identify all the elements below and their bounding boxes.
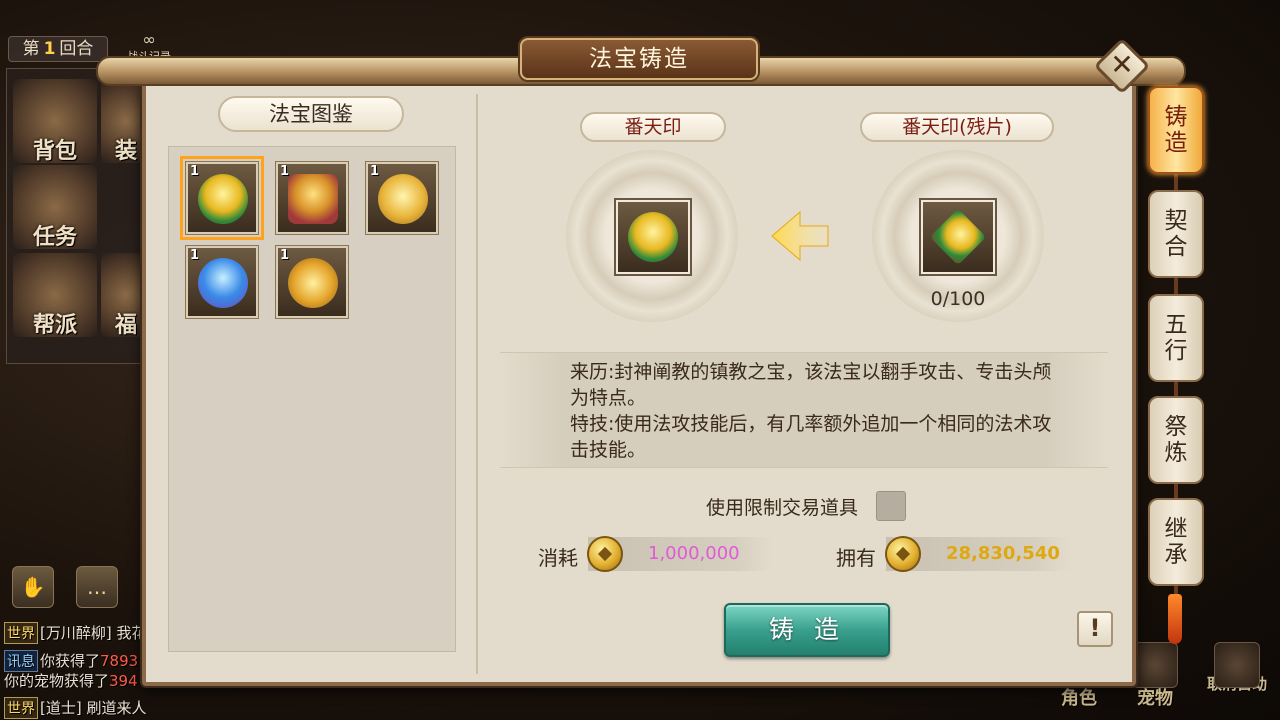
description-skill: 特技:使用法攻技能后，有几率额外追加一个相同的法术攻击技能。 [570, 413, 1052, 461]
tab-inherit[interactable]: 继 承 [1148, 498, 1204, 586]
item-count: 1 [190, 248, 200, 263]
golden-ring-icon [288, 258, 338, 308]
item-count: 1 [370, 164, 380, 179]
chat-text: 你的宠物获得了 [4, 672, 110, 690]
catalog-item-lotus-lamp[interactable]: 1 [186, 246, 258, 318]
catalog-title: 法宝图鉴 [218, 96, 404, 132]
pane-divider [476, 94, 478, 674]
chat-text: [道士] 刷道来人 [40, 699, 147, 717]
side-menu: 背包 装 任务 帮派 福 [6, 68, 156, 364]
round-suffix: 回合 [59, 39, 94, 59]
crossed-swords-icon [1214, 642, 1260, 688]
seal-fragment-icon [929, 208, 987, 266]
chat-line[interactable]: 世界 [道士] 刷道来人 [4, 697, 146, 719]
pet-label: 宠物 [1137, 688, 1173, 709]
tab-refine-label: 祭 炼 [1164, 414, 1188, 466]
item-count: 1 [190, 164, 200, 179]
side-menu-partial-2-label: 福 [114, 313, 137, 338]
limit-trade-checkbox[interactable] [876, 491, 906, 521]
fragment-item-slot[interactable] [921, 200, 995, 274]
seal-icon [628, 212, 678, 262]
treasure-description: 来历:封神阐教的镇教之宝，该法宝以翻手攻击、专击头颅为特点。 特技:使用法攻技能… [500, 352, 1108, 468]
catalog-item-fantianyin[interactable]: 1 [180, 156, 264, 240]
tab-five-elements[interactable]: 五 行 [1148, 294, 1204, 382]
tassel-ornament [1168, 594, 1182, 644]
round-counter: 第 1 回合 [8, 36, 108, 62]
target-name: 番天印 [580, 112, 726, 142]
bag-label: 背包 [32, 139, 77, 164]
chat-value: 394 [109, 672, 138, 690]
bag-button[interactable]: 背包 [13, 79, 97, 164]
treasure-chest-icon [288, 174, 338, 224]
guild-button[interactable]: 帮派 [13, 253, 97, 338]
tab-bond-label: 契 合 [1164, 208, 1188, 260]
description-origin: 来历:封神阐教的镇教之宝，该法宝以翻手攻击、专击头颅为特点。 [570, 361, 1052, 409]
guild-label: 帮派 [32, 313, 77, 338]
catalog-item-chest[interactable]: 1 [276, 162, 348, 234]
chat-button[interactable]: … [76, 566, 118, 608]
tab-five-elements-label: 五 行 [1164, 312, 1188, 364]
round-number: 1 [43, 39, 56, 59]
tab-forge-label: 铸 造 [1164, 104, 1188, 156]
target-item-slot[interactable] [616, 200, 690, 274]
own-label: 拥有 [836, 546, 876, 570]
chat-tag: 世界 [4, 697, 38, 719]
chat-tag: 世界 [4, 622, 38, 644]
item-count: 1 [280, 248, 290, 263]
emote-button[interactable]: ✋ [12, 566, 54, 608]
fragment-progress: 0/100 [930, 288, 986, 310]
tab-forge[interactable]: 铸 造 [1148, 86, 1204, 174]
hand-icon: ✋ [20, 575, 46, 599]
forge-button[interactable]: 铸 造 [724, 603, 890, 657]
round-prefix: 第 [22, 39, 40, 59]
side-menu-partial-1-label: 装 [114, 139, 137, 164]
arrow-left-icon [771, 210, 829, 262]
chat-text: 你获得了 [40, 652, 101, 670]
tab-inherit-label: 继 承 [1164, 516, 1188, 568]
info-button[interactable]: ! [1077, 611, 1113, 647]
lotus-lamp-icon [198, 258, 248, 308]
cost-label: 消耗 [538, 546, 578, 570]
close-icon: ✕ [1110, 48, 1134, 81]
chat-text: [万川醉柳] 我花 [40, 624, 147, 642]
chat-value: 7893 [100, 652, 139, 670]
battle-log-icon: ∞ [142, 30, 156, 49]
winged-orb-icon [378, 174, 428, 224]
speech-bubble-icon: … [87, 575, 107, 599]
chat-tag: 讯息 [4, 650, 38, 672]
item-count: 1 [280, 164, 290, 179]
coin-icon [587, 536, 623, 572]
fragment-name: 番天印(残片) [860, 112, 1054, 142]
coin-icon [885, 536, 921, 572]
exclamation-icon: ! [1089, 614, 1101, 642]
limit-trade-label: 使用限制交易道具 [706, 497, 859, 519]
catalog-item-golden-ring[interactable]: 1 [276, 246, 348, 318]
chat-line[interactable]: 讯息 你获得了7893 [4, 650, 138, 672]
sword-icon [1132, 642, 1178, 688]
tab-refine[interactable]: 祭 炼 [1148, 396, 1204, 484]
catalog-item-golden-wheel[interactable]: 1 [366, 162, 438, 234]
cancel-auto-button[interactable]: 取消自动 [1204, 640, 1270, 716]
seal-icon [198, 174, 248, 224]
task-button[interactable]: 任务 [13, 165, 97, 250]
dialog-title: 法宝铸造 [520, 38, 758, 80]
character-label: 角色 [1061, 688, 1097, 709]
tab-bond[interactable]: 契 合 [1148, 190, 1204, 278]
game-screen: 第1回合 ∞ 战斗记录 背包 装 任务 帮派 福 ✋ … 世界[万川醉柳] 我花… [0, 0, 1280, 720]
task-label: 任务 [32, 225, 77, 250]
chat-line[interactable]: 世界 [万川醉柳] 我花 [4, 622, 146, 644]
chat-line[interactable]: 你的宠物获得了394 [4, 670, 138, 691]
